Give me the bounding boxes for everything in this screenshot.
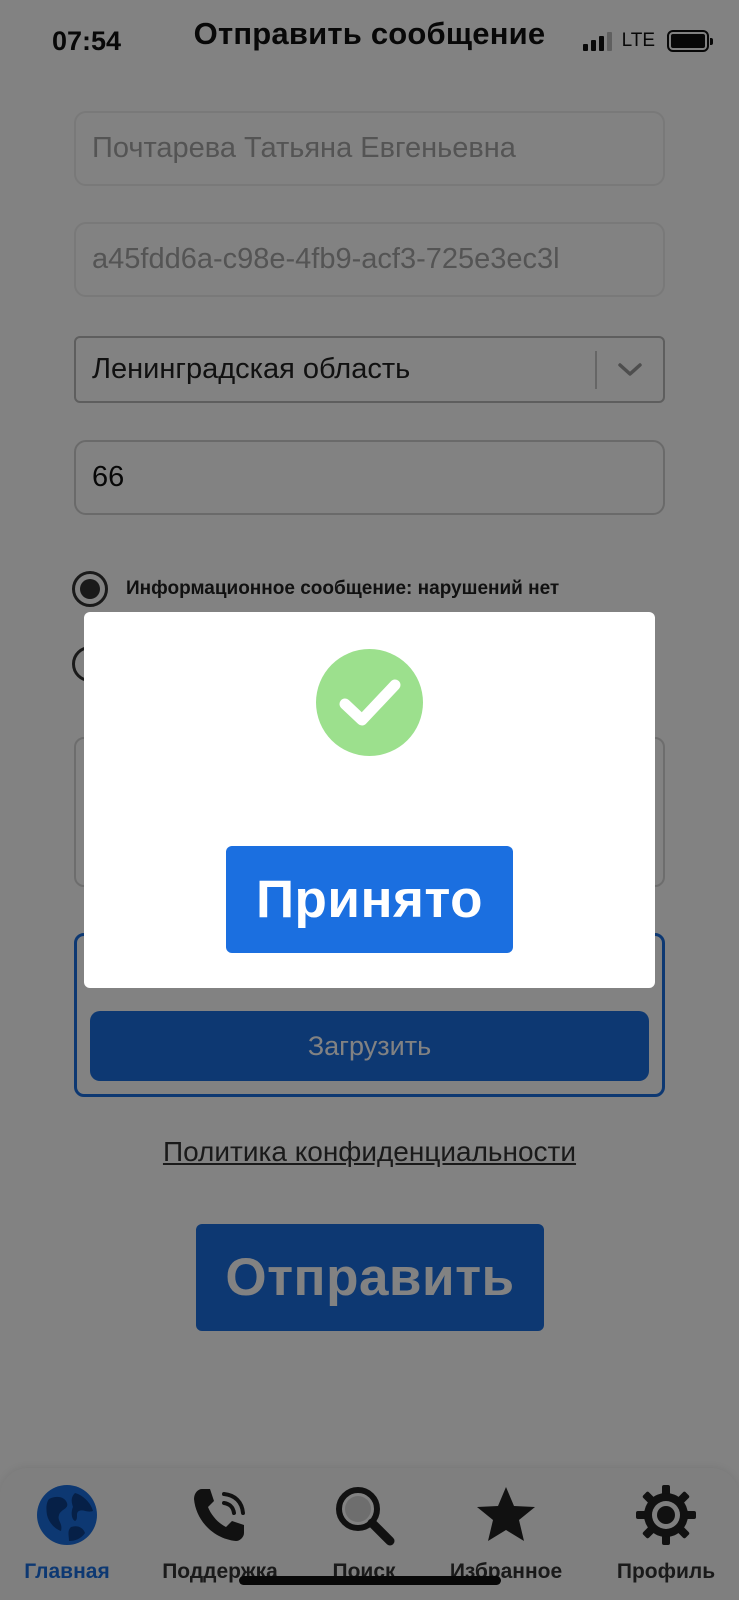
check-circle-icon: [316, 649, 423, 756]
accept-button[interactable]: Принято: [226, 846, 513, 953]
success-modal: Принято: [84, 612, 655, 988]
